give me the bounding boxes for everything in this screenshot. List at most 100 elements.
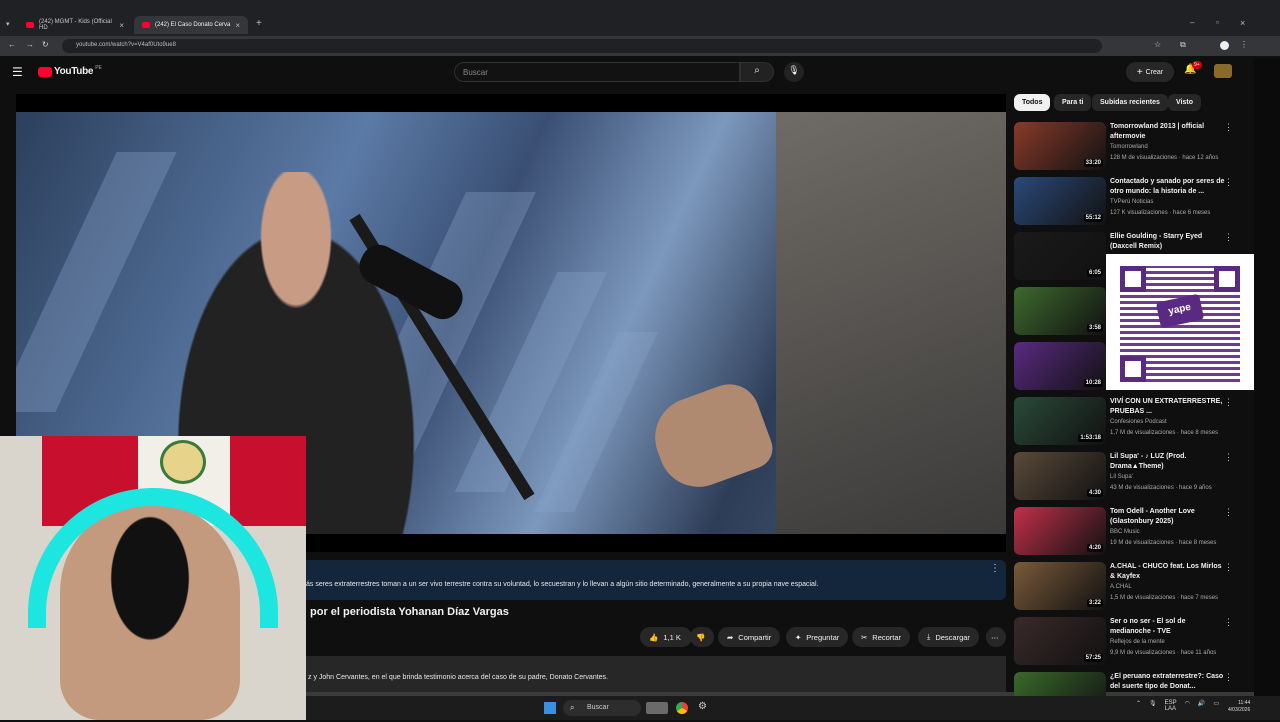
ask-button[interactable]: ✦ Preguntar: [786, 627, 849, 647]
recommendation-menu-icon[interactable]: ⋮: [1224, 232, 1233, 243]
taskbar-app-icon[interactable]: [646, 702, 668, 714]
recommendation-thumbnail[interactable]: 1:53:18: [1014, 397, 1106, 445]
recommendation-title[interactable]: A.CHAL - CHUCO feat. Los Mirlos & Kayfex: [1110, 562, 1228, 582]
clip-label: Recortar: [872, 632, 902, 642]
recommendation-channel[interactable]: Tomorrowland: [1110, 144, 1148, 150]
recommendation-thumbnail[interactable]: 3:58: [1014, 287, 1106, 335]
recommendation-title[interactable]: Contactado y sanado por seres de otro mu…: [1110, 177, 1228, 197]
profile-avatar-icon[interactable]: [1220, 41, 1229, 50]
recommendation-item[interactable]: 57:25 Ser o no ser - El sol de medianoche…: [1014, 617, 1254, 667]
recommendation-channel[interactable]: BBC Music: [1110, 529, 1140, 535]
recommendation-menu-icon[interactable]: ⋮: [1224, 507, 1233, 518]
wifi-icon[interactable]: ◠: [1185, 700, 1190, 712]
url-field[interactable]: youtube.com/watch?v=V4af0Uto9ue8: [62, 39, 1102, 53]
recommendation-menu-icon[interactable]: ⋮: [1224, 122, 1233, 133]
share-button[interactable]: ➦ Compartir: [718, 627, 781, 647]
recommendation-title[interactable]: Ellie Goulding - Starry Eyed (Daxcell Re…: [1110, 232, 1228, 252]
tray-mic-icon[interactable]: 🎙: [1149, 700, 1157, 712]
voice-search-button[interactable]: 🎙: [784, 62, 804, 82]
close-tab-icon[interactable]: ×: [119, 21, 124, 30]
settings-gear-icon[interactable]: ⚙: [698, 701, 707, 712]
recommendation-title[interactable]: Lil Supa' - ♪ LUZ (Prod. Drama▲Theme): [1110, 452, 1228, 472]
extensions-icon[interactable]: ⧉: [1180, 40, 1186, 50]
volume-icon[interactable]: 🔊: [1198, 700, 1205, 712]
reload-icon[interactable]: ↻: [42, 40, 49, 49]
taskbar-search[interactable]: Buscar: [563, 700, 641, 716]
recommendation-title[interactable]: VIVÍ CON UN EXTRATERRESTRE, PRUEBAS ...: [1110, 397, 1228, 417]
recommendation-title[interactable]: ¿El peruano extraterrestre?: Caso del su…: [1110, 672, 1228, 692]
youtube-logo[interactable]: YouTube PE: [38, 65, 102, 77]
video-description-box[interactable]: z y John Cervantes, en el que brinda tes…: [306, 656, 1006, 692]
recommendation-item[interactable]: 1:53:18 VIVÍ CON UN EXTRATERRESTRE, PRUEB…: [1014, 397, 1254, 447]
tab-mgmt[interactable]: (242) MGMT - Kids (Official HD ×: [18, 16, 132, 34]
more-options-icon[interactable]: ⋮: [990, 563, 1000, 574]
recommendation-meta: 128 M de visualizaciones · hace 12 años: [1110, 155, 1219, 161]
maximize-icon[interactable]: ▫: [1216, 18, 1219, 27]
recommendation-title[interactable]: Ser o no ser - El sol de medianoche - TV…: [1110, 617, 1228, 637]
minimize-icon[interactable]: –: [1190, 18, 1194, 27]
search-button[interactable]: ⌕: [740, 62, 774, 82]
language-indicator[interactable]: ESP LAA: [1165, 700, 1177, 712]
close-tab-icon[interactable]: ×: [235, 21, 240, 30]
recommendation-menu-icon[interactable]: ⋮: [1224, 397, 1233, 408]
windows-start-icon[interactable]: [544, 702, 556, 714]
yape-qr-code: yape: [1106, 254, 1254, 390]
recommendation-menu-icon[interactable]: ⋮: [1224, 672, 1233, 683]
close-window-icon[interactable]: ×: [1240, 18, 1245, 28]
recommendation-thumbnail[interactable]: 3:22: [1014, 562, 1106, 610]
more-actions-button[interactable]: ⋯: [986, 627, 1006, 647]
recommendation-item[interactable]: 4:20 Tom Odell - Another Love (Glastonbur…: [1014, 507, 1254, 557]
clip-button[interactable]: ✂ Recortar: [852, 627, 911, 647]
recommendation-thumbnail[interactable]: 6:05: [1014, 232, 1106, 280]
vertical-scrollbar[interactable]: [1254, 58, 1280, 698]
chip-para-ti[interactable]: Para ti: [1054, 94, 1092, 111]
recommendation-menu-icon[interactable]: ⋮: [1224, 562, 1233, 573]
recommendation-thumbnail[interactable]: 10:28: [1014, 342, 1106, 390]
chip-subidas-recientes[interactable]: Subidas recientes: [1092, 94, 1168, 111]
taskbar-clock[interactable]: 11:44 4/03/2026: [1228, 700, 1250, 714]
recommendation-thumbnail[interactable]: 4:30: [1014, 452, 1106, 500]
logo-text: YouTube: [54, 66, 94, 77]
video-title: por el periodista Yohanan Díaz Vargas: [310, 606, 509, 618]
hamburger-menu-icon[interactable]: ☰: [12, 65, 23, 79]
recommendation-item[interactable]: 55:12 Contactado y sanado por seres de ot…: [1014, 177, 1254, 227]
tray-chevron-icon[interactable]: ⌃: [1136, 700, 1141, 712]
recommendation-item[interactable]: 4:30 Lil Supa' - ♪ LUZ (Prod. Drama▲Theme…: [1014, 452, 1254, 502]
recommendation-thumbnail[interactable]: 4:20: [1014, 507, 1106, 555]
browser-menu-icon[interactable]: ⋮: [1240, 40, 1248, 49]
dislike-button[interactable]: 👎: [690, 627, 714, 647]
recommendation-thumbnail[interactable]: 55:12: [1014, 177, 1106, 225]
recommendation-menu-icon[interactable]: ⋮: [1224, 177, 1233, 188]
recommendation-menu-icon[interactable]: ⋮: [1224, 452, 1233, 463]
recommendation-channel[interactable]: A.CHAL: [1110, 584, 1132, 590]
download-button[interactable]: ⤓ Descargar: [918, 627, 979, 647]
chip-todos[interactable]: Todos: [1014, 94, 1051, 111]
recommendation-thumbnail[interactable]: 57:25: [1014, 617, 1106, 665]
forward-icon[interactable]: →: [26, 40, 34, 49]
channel-avatar[interactable]: [1214, 64, 1232, 78]
recommendation-item[interactable]: 3:22 A.CHAL - CHUCO feat. Los Mirlos & Ka…: [1014, 562, 1254, 612]
video-duration: 3:58: [1086, 324, 1103, 332]
battery-icon[interactable]: ▭: [1213, 700, 1219, 712]
recommendation-title[interactable]: Tom Odell - Another Love (Glastonbury 20…: [1110, 507, 1228, 527]
chrome-icon[interactable]: [676, 702, 688, 714]
new-tab-icon[interactable]: +: [256, 18, 262, 29]
tab-donato[interactable]: (242) El Caso Donato Cerva ×: [134, 16, 248, 34]
recommendation-channel[interactable]: TVPerú Noticias: [1110, 199, 1153, 205]
chip-visto[interactable]: Visto: [1168, 94, 1201, 111]
bookmark-star-icon[interactable]: ☆: [1154, 40, 1161, 49]
recommendation-channel[interactable]: Lil Supa': [1110, 474, 1133, 480]
recommendation-channel[interactable]: Confesiones Podcast: [1110, 419, 1167, 425]
recommendation-title[interactable]: Tomorrowland 2013 | official aftermovie: [1110, 122, 1228, 142]
video-description-snippet[interactable]: ás seres extraterrestres toman a un ser …: [306, 560, 1006, 600]
recommendation-item[interactable]: 33:20 Tomorrowland 2013 | official afterm…: [1014, 122, 1254, 172]
recommendation-menu-icon[interactable]: ⋮: [1224, 617, 1233, 628]
recommendation-thumbnail[interactable]: 33:20: [1014, 122, 1106, 170]
search-input[interactable]: Buscar: [454, 62, 740, 82]
like-button[interactable]: 👍 1,1 K: [640, 627, 692, 647]
back-icon[interactable]: ←: [8, 40, 16, 49]
tab-search-icon[interactable]: ▾: [6, 20, 10, 28]
thumbs-up-icon: 👍: [649, 632, 659, 642]
create-button[interactable]: + Crear: [1126, 62, 1174, 82]
recommendation-channel[interactable]: Reflejos de la mente: [1110, 639, 1165, 645]
